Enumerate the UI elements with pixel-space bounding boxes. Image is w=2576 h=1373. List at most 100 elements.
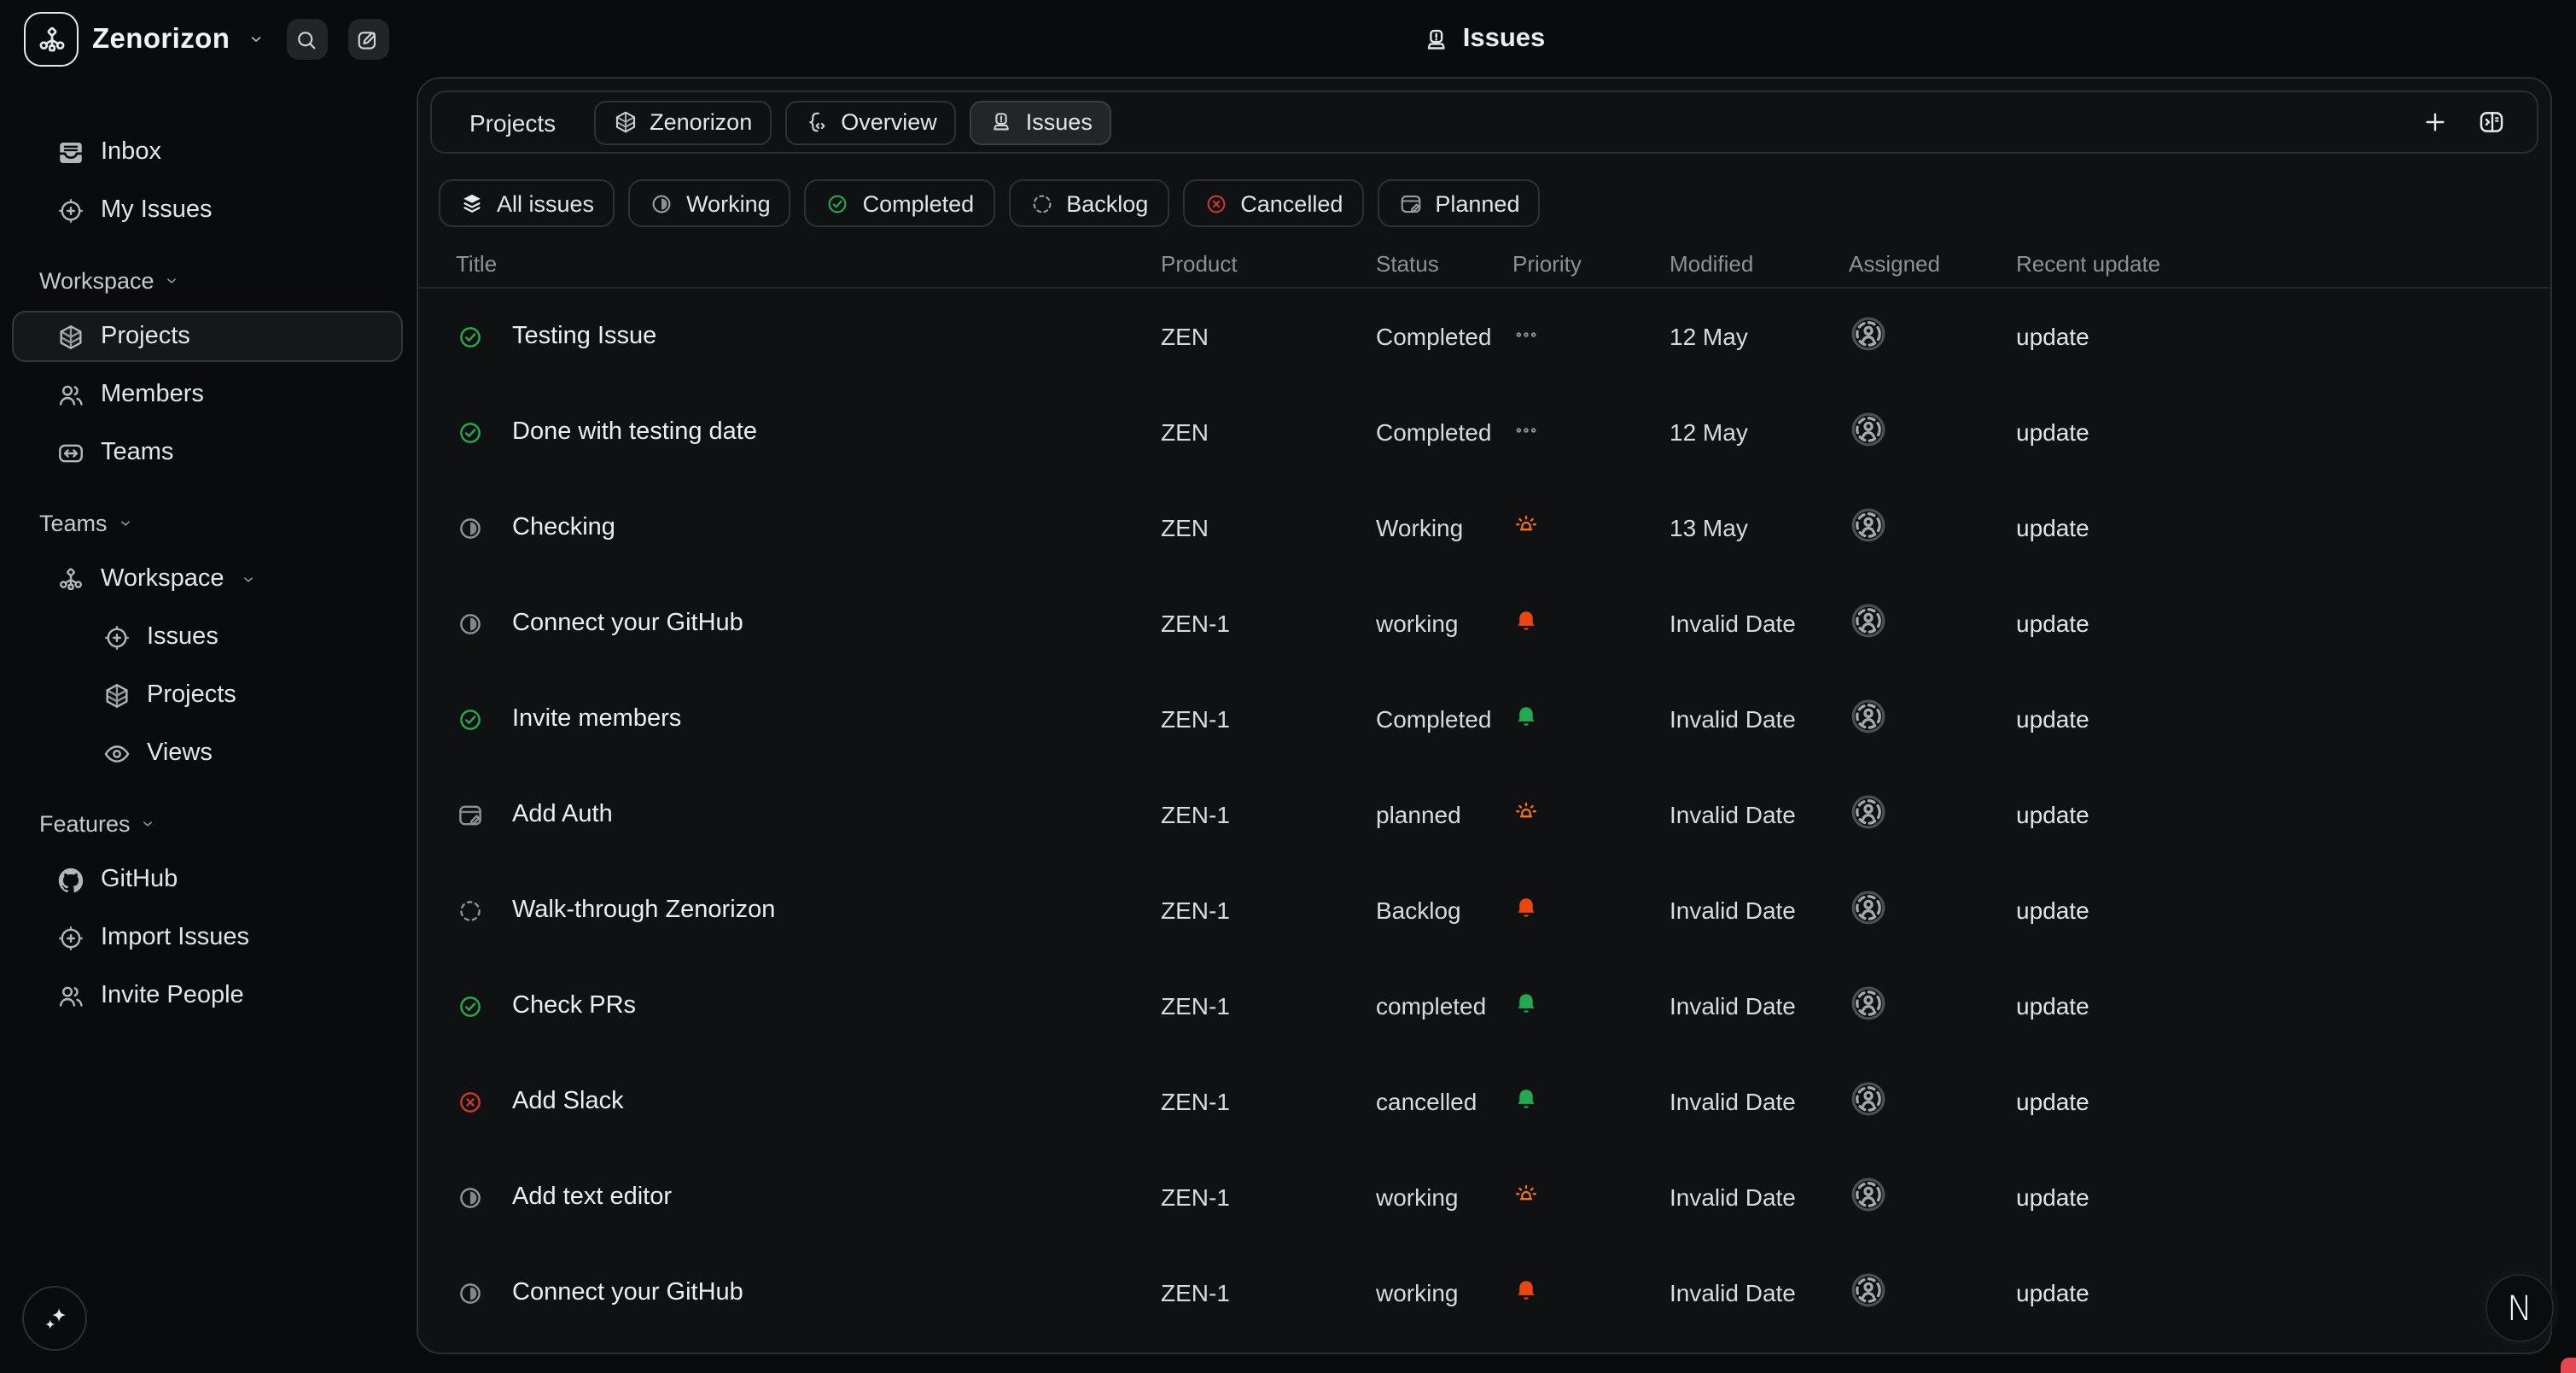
sidebar-item-inbox[interactable]: Inbox [12, 126, 403, 178]
issue-modified: Invalid Date [1670, 1183, 1849, 1211]
working-icon [456, 1183, 485, 1212]
issue-title: Check PRs [512, 992, 636, 1020]
column-header-modified[interactable]: Modified [1670, 251, 1849, 277]
issue-row[interactable]: Testing Issue ZEN Completed 12 May updat… [418, 289, 2550, 384]
sidebar-section-features[interactable]: Features [12, 803, 403, 844]
issue-modified: Invalid Date [1670, 705, 1849, 733]
filter-completed[interactable]: Completed [805, 179, 995, 227]
bell-icon [1512, 703, 1540, 730]
issue-product: ZEN [1161, 418, 1376, 446]
code-icon [803, 109, 829, 135]
app-root: Zenorizon Issues Inbox My Issues Workspace… [0, 0, 2576, 1373]
topbar: Zenorizon Issues [0, 0, 2576, 79]
issue-title: Add Auth [512, 801, 613, 828]
tab-issues[interactable]: Issues [970, 100, 1111, 144]
issue-row[interactable]: Done with testing date ZEN Completed 12 … [418, 384, 2550, 480]
column-header-recent-update[interactable]: Recent update [2016, 251, 2550, 277]
column-header-assigned[interactable]: Assigned [1849, 251, 2016, 277]
sidebar-item-github[interactable]: GitHub [12, 854, 403, 905]
issue-row[interactable]: Add text editor ZEN-1 working Invalid Da… [418, 1149, 2550, 1245]
sidebar-item-teams[interactable]: Teams [12, 427, 403, 478]
issues-table: Testing Issue ZEN Completed 12 May updat… [418, 289, 2550, 1341]
issue-row[interactable]: Connect your GitHub ZEN-1 working Invali… [418, 1245, 2550, 1341]
tab-overview[interactable]: Overview [784, 100, 956, 144]
filter-cancelled[interactable]: Cancelled [1182, 179, 1363, 227]
issue-row[interactable]: Check PRs ZEN-1 completed Invalid Date u… [418, 958, 2550, 1054]
bell-icon [1512, 1277, 1540, 1304]
issue-status: Completed [1376, 418, 1512, 446]
panel-toggle-button[interactable] [2477, 108, 2506, 137]
panel-toggle-icon [2477, 108, 2506, 137]
completed-icon [825, 190, 851, 216]
sidebar-item-import-issues[interactable]: Import Issues [12, 912, 403, 963]
sidebar-section-teams[interactable]: Teams [12, 502, 403, 543]
sidebar-item-projects[interactable]: Projects [12, 669, 403, 721]
workspace-switcher[interactable]: Zenorizon [24, 12, 388, 67]
avatar-icon [1849, 410, 1888, 449]
column-header-product[interactable]: Product [1161, 251, 1376, 277]
tab-zenorizon[interactable]: Zenorizon [593, 100, 771, 144]
issue-status: working [1376, 610, 1512, 637]
search-button[interactable] [286, 19, 327, 60]
issue-title: Testing Issue [512, 323, 656, 350]
sparkles-icon [38, 1302, 71, 1335]
sidebar-section-workspace[interactable]: Workspace [12, 260, 403, 301]
working-icon [456, 609, 485, 638]
working-icon [456, 1278, 485, 1307]
stack-icon [459, 190, 485, 216]
plus-icon [2421, 108, 2450, 137]
compose-button[interactable] [347, 19, 388, 60]
sidebar-item-issues[interactable]: Issues [12, 611, 403, 663]
working-icon [649, 190, 674, 216]
issue-recent-update: update [2016, 705, 2550, 733]
add-tab-button[interactable] [2421, 108, 2450, 137]
issue-row[interactable]: Invite members ZEN-1 Completed Invalid D… [418, 671, 2550, 767]
filter-backlog[interactable]: Backlog [1008, 179, 1169, 227]
column-header-status[interactable]: Status [1376, 251, 1512, 277]
sidebar-item-projects[interactable]: Projects [12, 311, 403, 362]
sidebar-item-my-issues[interactable]: My Issues [12, 184, 403, 236]
sidebar-item-invite-people[interactable]: Invite People [12, 970, 403, 1021]
issue-modified: Invalid Date [1670, 1279, 1849, 1306]
issue-title: Add text editor [512, 1183, 672, 1211]
issue-row[interactable]: Walk-through Zenorizon ZEN-1 Backlog Inv… [418, 862, 2550, 958]
issue-row[interactable]: Add Auth ZEN-1 planned Invalid Date upda… [418, 767, 2550, 862]
column-header-priority[interactable]: Priority [1512, 251, 1670, 277]
assistant-button[interactable] [22, 1286, 87, 1351]
filter-all-issues[interactable]: All issues [439, 179, 615, 227]
issue-product: ZEN-1 [1161, 705, 1376, 733]
chevron-down-icon [163, 271, 182, 289]
user-badge[interactable]: N [2486, 1274, 2554, 1342]
page-title: Issues [1422, 0, 1546, 79]
issue-modified: Invalid Date [1670, 897, 1849, 924]
filter-working[interactable]: Working [628, 179, 791, 227]
completed-icon [456, 991, 485, 1020]
issue-recent-update: update [2016, 1088, 2550, 1115]
brand-name: Zenorizon [92, 23, 230, 56]
issue-status: Working [1376, 514, 1512, 541]
breadcrumb[interactable]: Projects [469, 108, 556, 136]
issue-status: completed [1376, 992, 1512, 1020]
issue-product: ZEN-1 [1161, 992, 1376, 1020]
sidebar-item-members[interactable]: Members [12, 369, 403, 420]
target-icon [56, 923, 85, 952]
issue-recent-update: update [2016, 801, 2550, 828]
issue-row[interactable]: Checking ZEN Working 13 May update [418, 480, 2550, 575]
sidebar-item-workspace[interactable]: Workspace [12, 553, 403, 605]
issue-row[interactable]: Add Slack ZEN-1 cancelled Invalid Date u… [418, 1054, 2550, 1149]
issue-modified: Invalid Date [1670, 992, 1849, 1020]
issue-row[interactable]: Connect your GitHub ZEN-1 working Invali… [418, 575, 2550, 671]
completed-icon [456, 704, 485, 733]
issue-modified: Invalid Date [1670, 610, 1849, 637]
issues-panel: Projects Zenorizon Overview Issues All iss… [417, 77, 2552, 1354]
alarm-icon [1512, 511, 1540, 539]
avatar-icon [1849, 697, 1888, 736]
users-icon [56, 380, 85, 409]
sidebar-item-views[interactable]: Views [12, 727, 403, 779]
cube-icon [56, 322, 85, 351]
column-header-title[interactable]: Title [456, 251, 1161, 277]
filter-planned[interactable]: Planned [1377, 179, 1540, 227]
cancelled-icon [456, 1087, 485, 1116]
issue-status: Completed [1376, 705, 1512, 733]
page-title-label: Issues [1463, 24, 1546, 55]
